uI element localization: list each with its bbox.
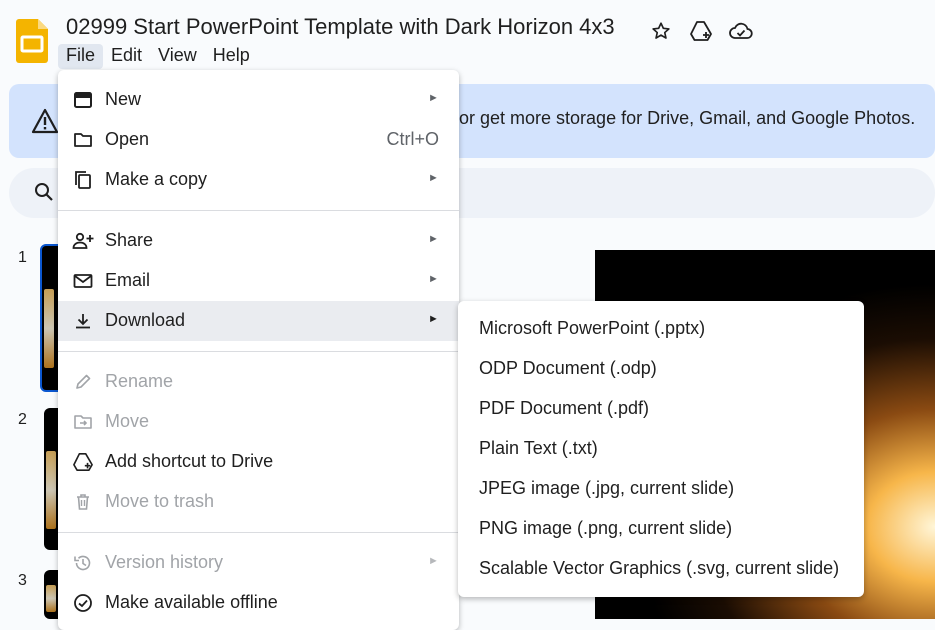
chevron-right-icon: ► xyxy=(428,273,439,285)
document-title[interactable]: 02999 Start PowerPoint Template with Dar… xyxy=(66,14,615,40)
menu-item-version-history: Version history ► xyxy=(58,543,459,583)
menu-divider xyxy=(58,532,459,533)
menu-item-share[interactable]: Share ► xyxy=(58,221,459,261)
chevron-right-icon: ► xyxy=(428,92,439,104)
download-txt[interactable]: Plain Text (.txt) xyxy=(458,429,864,469)
move-to-drive-icon[interactable] xyxy=(688,18,714,44)
warning-icon xyxy=(31,108,59,134)
download-png[interactable]: PNG image (.png, current slide) xyxy=(458,509,864,549)
cloud-saved-icon[interactable] xyxy=(728,18,754,44)
chevron-right-icon: ► xyxy=(428,313,439,325)
history-icon xyxy=(72,553,94,573)
menu-item-rename: Rename xyxy=(58,362,459,402)
menu-item-move-to-trash: Move to trash xyxy=(58,482,459,522)
download-submenu: Microsoft PowerPoint (.pptx) ODP Documen… xyxy=(458,301,864,597)
download-icon xyxy=(72,311,94,331)
star-icon[interactable] xyxy=(648,18,674,44)
chevron-right-icon: ► xyxy=(428,233,439,245)
move-folder-icon xyxy=(72,412,94,432)
pencil-icon xyxy=(72,372,94,392)
menu-divider xyxy=(58,210,459,211)
slide-number-1: 1 xyxy=(18,249,27,266)
shortcut-label: Ctrl+O xyxy=(386,129,439,149)
chevron-right-icon: ► xyxy=(428,172,439,184)
menu-bar: File Edit View Help xyxy=(58,44,258,69)
menu-help[interactable]: Help xyxy=(205,44,258,69)
slides-logo-icon[interactable] xyxy=(16,19,48,63)
person-add-icon xyxy=(72,231,94,251)
offline-check-icon xyxy=(72,593,94,613)
menu-item-email[interactable]: Email ► xyxy=(58,261,459,301)
download-svg[interactable]: Scalable Vector Graphics (.svg, current … xyxy=(458,549,864,589)
menu-item-move: Move xyxy=(58,402,459,442)
download-pptx[interactable]: Microsoft PowerPoint (.pptx) xyxy=(458,309,864,349)
slide-number-2: 2 xyxy=(18,411,27,428)
search-icon xyxy=(35,183,53,201)
mail-icon xyxy=(72,271,94,291)
menu-item-make-available-offline[interactable]: Make available offline xyxy=(58,583,459,623)
menu-divider xyxy=(58,351,459,352)
banner-message: or get more storage for Drive, Gmail, an… xyxy=(459,108,916,128)
menu-edit[interactable]: Edit xyxy=(103,44,150,69)
menu-file[interactable]: File xyxy=(58,44,104,69)
new-presentation-icon xyxy=(72,90,94,110)
slide-number-3: 3 xyxy=(18,572,27,589)
file-menu: New ► Open Ctrl+O Make a copy ► Share ► … xyxy=(58,70,459,630)
menu-item-download[interactable]: Download ► xyxy=(58,301,459,341)
add-to-drive-icon xyxy=(72,452,94,472)
menu-view[interactable]: View xyxy=(150,44,205,69)
menu-item-make-a-copy[interactable]: Make a copy ► xyxy=(58,160,459,200)
menu-item-open[interactable]: Open Ctrl+O xyxy=(58,120,459,160)
download-jpg[interactable]: JPEG image (.jpg, current slide) xyxy=(458,469,864,509)
trash-icon xyxy=(72,492,94,512)
download-pdf[interactable]: PDF Document (.pdf) xyxy=(458,389,864,429)
menu-item-new[interactable]: New ► xyxy=(58,80,459,120)
download-odp[interactable]: ODP Document (.odp) xyxy=(458,349,864,389)
chevron-right-icon: ► xyxy=(428,555,439,567)
menu-item-add-shortcut-to-drive[interactable]: Add shortcut to Drive xyxy=(58,442,459,482)
copy-icon xyxy=(72,170,94,190)
folder-icon xyxy=(72,130,94,150)
